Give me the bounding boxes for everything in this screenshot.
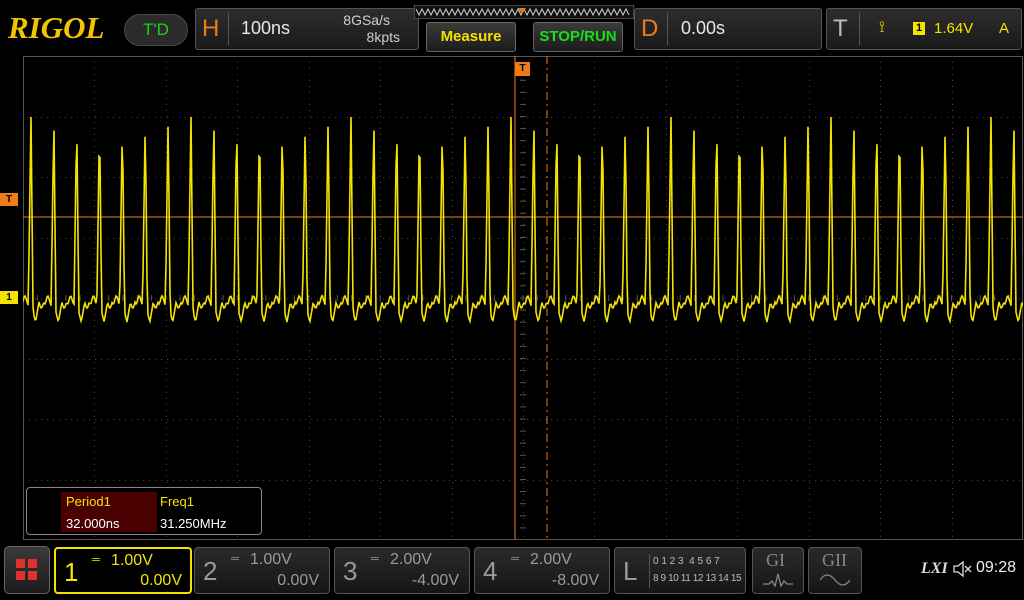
divider bbox=[649, 554, 650, 588]
channel3-scale: 2.00V bbox=[390, 551, 432, 568]
stop-run-button[interactable]: STOP/RUN bbox=[533, 22, 623, 52]
top-bar: RIGOL T'D H 100ns 8GSa/s 8kpts Measure S… bbox=[0, 0, 1024, 56]
channel2-number: 2 bbox=[203, 556, 218, 586]
trigger-position-marker[interactable]: T bbox=[515, 62, 530, 76]
horizontal-panel[interactable]: H 100ns 8GSa/s 8kpts bbox=[195, 8, 419, 50]
measurement-header-period: Period1 bbox=[66, 494, 111, 509]
trigger-source-badge: 1 bbox=[913, 22, 925, 35]
delay-panel[interactable]: D 0.00s bbox=[634, 8, 822, 50]
channel1-scale: 1.00V bbox=[111, 552, 153, 569]
channel1-offset: 0.00V bbox=[140, 572, 182, 589]
measurement-panel[interactable]: Period1 Freq1 32.000ns 31.250MHz bbox=[26, 487, 262, 535]
measure-button[interactable]: Measure bbox=[426, 22, 516, 52]
trigger-label: T bbox=[833, 15, 848, 42]
channel1-waveform bbox=[22, 116, 1024, 325]
memory-depth: 8kpts bbox=[366, 29, 400, 45]
sample-rate: 8GSa/s bbox=[343, 12, 390, 28]
memory-overview-waveform bbox=[413, 4, 635, 20]
channel3-offset: -4.00V bbox=[411, 572, 459, 589]
main-menu-button[interactable] bbox=[4, 546, 50, 594]
clock-time: 09:28 bbox=[976, 559, 1017, 576]
channel4-panel[interactable]: 4 ═ 2.00V -8.00V bbox=[474, 547, 610, 594]
graticule bbox=[22, 55, 1024, 540]
channel4-offset: -8.00V bbox=[551, 572, 599, 589]
mode-indicator[interactable]: T'D bbox=[124, 14, 188, 46]
channel1-panel[interactable]: 1 ═ 1.00V 0.00V bbox=[54, 547, 192, 594]
waveform-display[interactable] bbox=[22, 55, 1024, 540]
measurement-value-period: 32.000ns bbox=[66, 516, 120, 531]
divider bbox=[667, 13, 668, 45]
channel2-scale: 1.00V bbox=[250, 551, 292, 568]
sinc-wave-icon bbox=[763, 573, 793, 588]
delay-label: D bbox=[641, 15, 659, 42]
dc-coupling-icon: ═ bbox=[231, 553, 239, 565]
channel2-panel[interactable]: 2 ═ 1.00V 0.00V bbox=[194, 547, 330, 594]
logic-channels-row2: 8 9 10 11 12 13 14 15 bbox=[653, 573, 742, 584]
channel4-number: 4 bbox=[483, 556, 498, 586]
divider bbox=[859, 13, 860, 45]
channel2-offset: 0.00V bbox=[277, 572, 319, 589]
generator2-button[interactable]: GII bbox=[808, 547, 862, 594]
channel3-number: 3 bbox=[343, 556, 358, 586]
rising-edge-icon: ⟟ bbox=[879, 19, 885, 36]
generator1-button[interactable]: GI bbox=[752, 547, 804, 594]
dc-coupling-icon: ═ bbox=[371, 553, 379, 565]
trigger-level-marker[interactable]: T bbox=[0, 193, 18, 206]
rigol-logo: RIGOL bbox=[8, 10, 105, 45]
measurement-header-freq: Freq1 bbox=[160, 494, 194, 509]
sine-wave-icon bbox=[820, 574, 850, 586]
generator2-label: GII bbox=[822, 550, 847, 570]
grid-menu-icon bbox=[16, 559, 37, 580]
trigger-mode: A bbox=[999, 20, 1010, 37]
logic-label: L bbox=[623, 556, 638, 586]
horizontal-label: H bbox=[202, 15, 220, 42]
channel3-panel[interactable]: 3 ═ 2.00V -4.00V bbox=[334, 547, 470, 594]
channel1-offset-marker[interactable]: 1 bbox=[0, 291, 18, 304]
lxi-logo: LXI bbox=[921, 560, 948, 577]
logic-analyzer-panel[interactable]: L 0 1 2 3 4 5 6 7 8 9 10 11 12 13 14 15 bbox=[614, 547, 746, 594]
speaker-muted-icon[interactable] bbox=[952, 560, 972, 578]
divider bbox=[228, 13, 229, 45]
measurement-value-freq: 31.250MHz bbox=[160, 516, 227, 531]
dc-coupling-icon: ═ bbox=[92, 554, 100, 566]
memory-overview[interactable] bbox=[413, 4, 635, 20]
channel1-number: 1 bbox=[64, 557, 79, 587]
delay-value: 0.00s bbox=[681, 18, 726, 38]
trigger-panel[interactable]: T ⟟ 1 1.64V A bbox=[826, 8, 1022, 50]
bottom-bar: 1 ═ 1.00V 0.00V 2 ═ 1.00V 0.00V 3 ═ 2.00… bbox=[0, 540, 1024, 600]
trigger-level: 1.64V bbox=[934, 20, 974, 37]
dc-coupling-icon: ═ bbox=[511, 553, 519, 565]
logic-channels-row1: 0 1 2 3 4 5 6 7 bbox=[653, 556, 720, 567]
generator1-label: GI bbox=[766, 550, 785, 570]
channel4-scale: 2.00V bbox=[530, 551, 572, 568]
timebase-value: 100ns bbox=[241, 18, 291, 38]
